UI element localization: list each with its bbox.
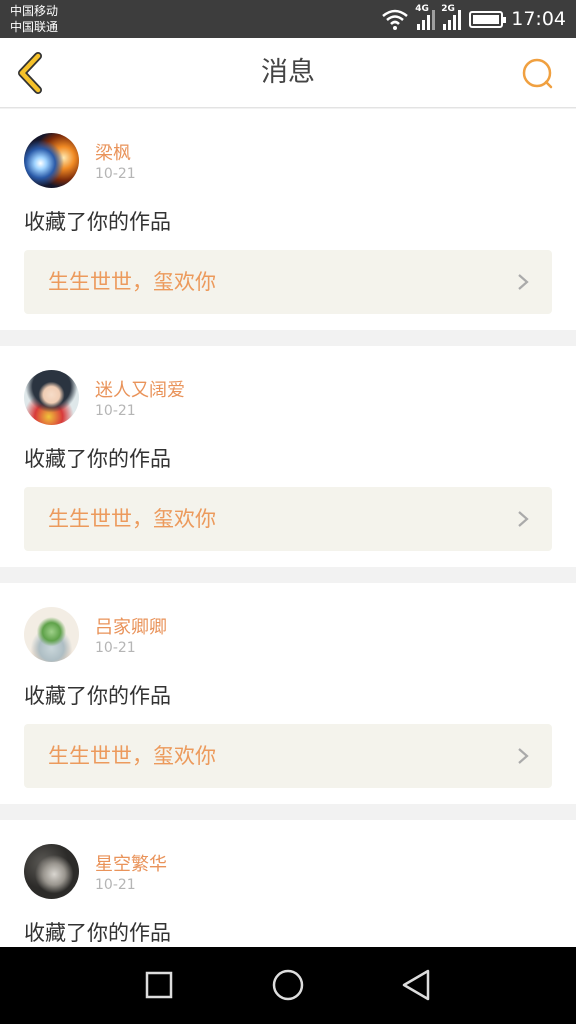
battery-icon	[469, 10, 507, 28]
wifi-icon	[382, 9, 409, 30]
work-title: 生生世世，玺欢你	[48, 507, 216, 531]
message-text: 收藏了你的作品	[24, 447, 171, 471]
message-card: 迷人又阔爱 10-21 收藏了你的作品 生生世世，玺欢你	[0, 346, 576, 567]
network-type-1: 4G	[415, 4, 429, 14]
page-title: 消息	[261, 57, 315, 88]
status-icons: 4G 2G 17:04	[381, 0, 566, 38]
search-button[interactable]	[520, 56, 556, 92]
avatar[interactable]	[24, 133, 79, 188]
chevron-right-icon	[518, 511, 529, 527]
signal-2g-icon: 2G	[441, 4, 462, 30]
status-time: 17:04	[511, 8, 566, 30]
message-date: 10-21	[95, 166, 136, 182]
search-icon	[522, 58, 553, 89]
square-icon	[145, 971, 173, 999]
work-link[interactable]: 生生世世，玺欢你	[24, 724, 552, 788]
home-button[interactable]	[270, 967, 306, 1003]
recents-button[interactable]	[142, 967, 178, 1003]
carrier-1: 中国移动	[10, 4, 59, 18]
work-link[interactable]: 生生世世，玺欢你	[24, 487, 552, 551]
message-date: 10-21	[95, 640, 136, 656]
carrier-info: 中国移动 中国联通	[10, 3, 58, 35]
avatar[interactable]	[24, 607, 79, 662]
username[interactable]: 吕家卿卿	[95, 613, 167, 639]
status-bar: 中国移动 中国联通 4G 2G 17:04	[0, 0, 576, 38]
message-date: 10-21	[95, 403, 136, 419]
system-nav-bar	[0, 947, 576, 1024]
message-text: 收藏了你的作品	[24, 921, 171, 945]
username[interactable]: 梁枫	[95, 139, 131, 165]
work-title: 生生世世，玺欢你	[48, 744, 216, 768]
signal-4g-icon: 4G	[415, 4, 436, 30]
avatar[interactable]	[24, 844, 79, 899]
message-card: 星空繁华 10-21 收藏了你的作品	[0, 820, 576, 947]
message-card: 吕家卿卿 10-21 收藏了你的作品 生生世世，玺欢你	[0, 583, 576, 804]
carrier-2: 中国联通	[10, 20, 59, 34]
back-nav-button[interactable]	[398, 967, 434, 1003]
message-card: 梁枫 10-21 收藏了你的作品 生生世世，玺欢你	[0, 109, 576, 330]
message-text: 收藏了你的作品	[24, 210, 171, 234]
work-link[interactable]: 生生世世，玺欢你	[24, 250, 552, 314]
username[interactable]: 迷人又阔爱	[95, 376, 185, 402]
message-list: 梁枫 10-21 收藏了你的作品 生生世世，玺欢你 迷人又阔爱 10-21 收藏…	[0, 109, 576, 947]
username[interactable]: 星空繁华	[95, 850, 167, 876]
message-text: 收藏了你的作品	[24, 684, 171, 708]
avatar[interactable]	[24, 370, 79, 425]
chevron-right-icon	[518, 274, 529, 290]
circle-icon	[272, 969, 304, 1001]
triangle-back-icon	[402, 969, 430, 1001]
app-header: 消息	[0, 38, 576, 108]
chevron-right-icon	[518, 748, 529, 764]
network-type-2: 2G	[441, 4, 455, 14]
work-title: 生生世世，玺欢你	[48, 270, 216, 294]
message-date: 10-21	[95, 877, 136, 893]
